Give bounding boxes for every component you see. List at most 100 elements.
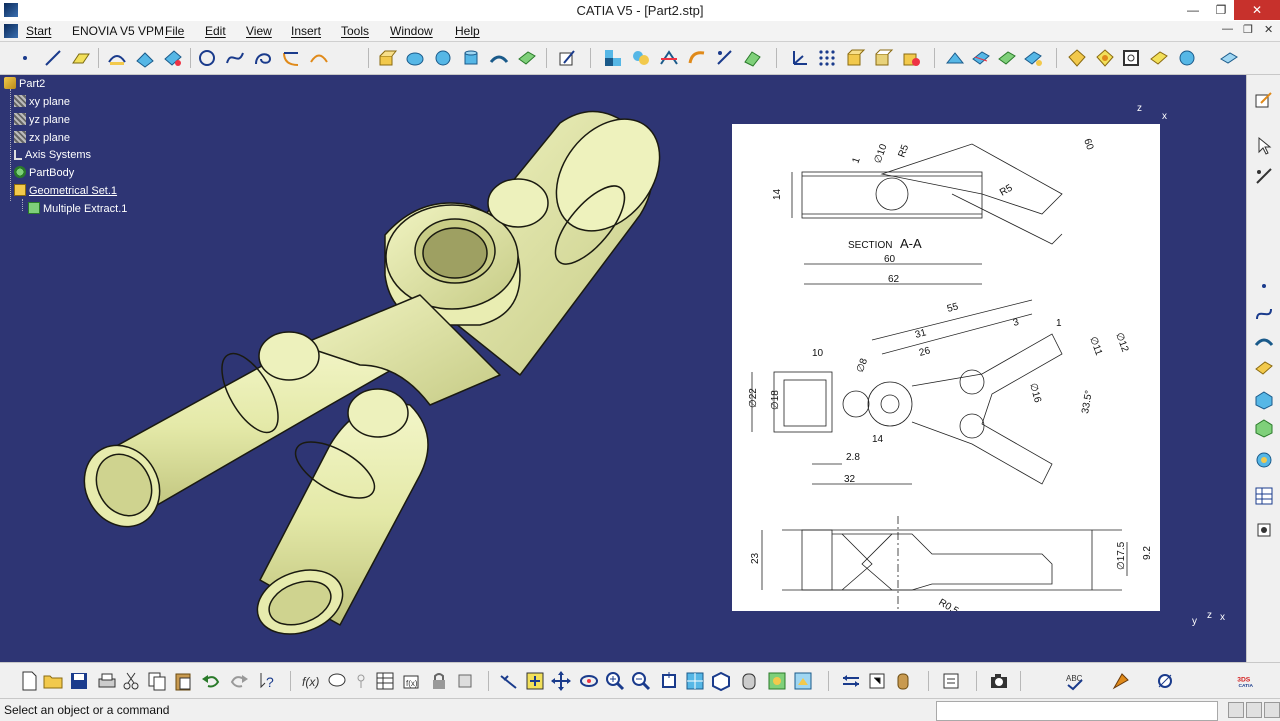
revolve-icon[interactable] — [404, 47, 426, 69]
pan-icon[interactable] — [550, 670, 572, 692]
boundary-icon[interactable] — [686, 47, 708, 69]
close-button[interactable]: ✕ — [1234, 0, 1280, 20]
swap-visible-icon[interactable] — [792, 670, 814, 692]
redo-icon[interactable] — [228, 670, 250, 692]
connect-curve-icon[interactable] — [308, 47, 330, 69]
offset-icon[interactable] — [488, 47, 510, 69]
healing-icon[interactable] — [630, 47, 652, 69]
zoom-in-icon[interactable] — [604, 670, 626, 692]
line-icon[interactable] — [42, 47, 64, 69]
corner-icon[interactable] — [280, 47, 302, 69]
cylinder-icon[interactable] — [460, 47, 482, 69]
reorder-icon[interactable] — [940, 670, 962, 692]
knowledge-icon[interactable] — [350, 670, 372, 692]
repetition-icon[interactable] — [816, 47, 838, 69]
select-icon[interactable] — [1253, 135, 1275, 157]
catalog-browser-icon[interactable] — [1253, 449, 1275, 471]
square-icon[interactable] — [1120, 47, 1142, 69]
iso-view-icon[interactable] — [710, 670, 732, 692]
menu-start[interactable]: Start — [26, 24, 51, 38]
intersection-icon[interactable] — [134, 47, 156, 69]
command-button-2[interactable] — [1246, 702, 1262, 718]
command-button-1[interactable] — [1228, 702, 1244, 718]
curve-icon[interactable] — [1253, 303, 1275, 325]
apply-material-icon[interactable] — [1066, 47, 1088, 69]
shading-icon[interactable] — [738, 670, 760, 692]
catalog-editor-icon[interactable] — [1110, 670, 1132, 692]
new-file-icon[interactable] — [18, 670, 40, 692]
save-icon[interactable] — [68, 670, 90, 692]
fill-icon[interactable] — [1253, 357, 1275, 379]
menu-enovia[interactable]: ENOVIA V5 VPM — [72, 24, 164, 38]
axis-compass[interactable]: y z x — [1192, 610, 1232, 634]
solid-icon[interactable] — [1253, 417, 1275, 439]
ordered-set-icon[interactable] — [900, 47, 922, 69]
sketcher-icon[interactable] — [1253, 89, 1275, 111]
comment-icon[interactable] — [326, 670, 348, 692]
measure-icon[interactable] — [944, 47, 966, 69]
copy-icon[interactable] — [146, 670, 168, 692]
formula-icon[interactable]: f(x) — [300, 670, 322, 692]
paste-icon[interactable] — [172, 670, 194, 692]
sphere-icon[interactable] — [432, 47, 454, 69]
document-icon[interactable] — [4, 24, 18, 38]
normal-view-icon[interactable] — [658, 670, 680, 692]
menu-help[interactable]: Help — [455, 24, 480, 38]
featurize-icon[interactable] — [1148, 47, 1170, 69]
multi-view-icon[interactable] — [684, 670, 706, 692]
helix-icon[interactable] — [252, 47, 274, 69]
constraint-icon[interactable] — [1253, 519, 1275, 541]
transformation-icon[interactable] — [742, 47, 764, 69]
translate-icon[interactable] — [714, 47, 736, 69]
maximize-button[interactable]: ❐ — [1204, 0, 1238, 20]
plane-icon[interactable] — [70, 47, 92, 69]
spline-icon[interactable] — [224, 47, 246, 69]
projection-icon[interactable] — [106, 47, 128, 69]
measure-item-icon[interactable] — [866, 670, 888, 692]
whats-this-icon[interactable]: ? — [256, 670, 278, 692]
undo-icon[interactable] — [200, 670, 222, 692]
command-button-3[interactable] — [1264, 702, 1280, 718]
draft-analysis-icon[interactable] — [970, 47, 992, 69]
catalog-icon[interactable] — [1176, 47, 1198, 69]
volume-icon[interactable] — [1253, 389, 1275, 411]
surface-icon[interactable] — [1253, 331, 1275, 353]
capture-icon[interactable] — [988, 670, 1010, 692]
doc-minimize-button[interactable]: — — [1222, 23, 1233, 35]
command-input[interactable] — [936, 701, 1218, 721]
design-table-icon[interactable] — [374, 670, 396, 692]
connect-checker-icon[interactable] — [1022, 47, 1044, 69]
measure-inertia-icon[interactable] — [892, 670, 914, 692]
table-icon[interactable] — [1253, 485, 1275, 507]
print-icon[interactable] — [96, 670, 118, 692]
lock-icon[interactable] — [428, 670, 450, 692]
menu-tools[interactable]: Tools — [341, 24, 369, 38]
update-icon[interactable] — [454, 670, 476, 692]
fly-mode-icon[interactable] — [498, 670, 520, 692]
doc-close-button[interactable]: ✕ — [1264, 23, 1273, 36]
rotate-icon[interactable] — [578, 670, 600, 692]
measure-between-icon[interactable] — [840, 670, 862, 692]
body-icon[interactable] — [844, 47, 866, 69]
open-file-icon[interactable] — [42, 670, 64, 692]
knowledge-advisor-icon[interactable] — [1154, 670, 1176, 692]
sketch-icon[interactable] — [556, 47, 578, 69]
spell-check-icon[interactable]: ABC — [1064, 670, 1086, 692]
zoom-out-icon[interactable] — [630, 670, 652, 692]
menu-file[interactable]: File — [165, 24, 184, 38]
options-icon[interactable] — [1218, 47, 1240, 69]
axis-system-icon[interactable] — [788, 47, 810, 69]
law-icon[interactable]: f(x) — [400, 670, 422, 692]
circle-icon[interactable] — [196, 47, 218, 69]
point-icon[interactable] — [1253, 275, 1275, 297]
extrude-icon[interactable] — [376, 47, 398, 69]
split-icon[interactable] — [658, 47, 680, 69]
curvature-icon[interactable] — [996, 47, 1018, 69]
menu-view[interactable]: View — [246, 24, 272, 38]
menu-window[interactable]: Window — [390, 24, 433, 38]
3d-viewport[interactable]: Part2 xy plane yz plane zx plane Axis Sy… — [0, 75, 1246, 662]
menu-insert[interactable]: Insert — [291, 24, 321, 38]
cut-icon[interactable] — [120, 670, 142, 692]
sweep-icon[interactable] — [516, 47, 538, 69]
fit-all-icon[interactable] — [524, 670, 546, 692]
